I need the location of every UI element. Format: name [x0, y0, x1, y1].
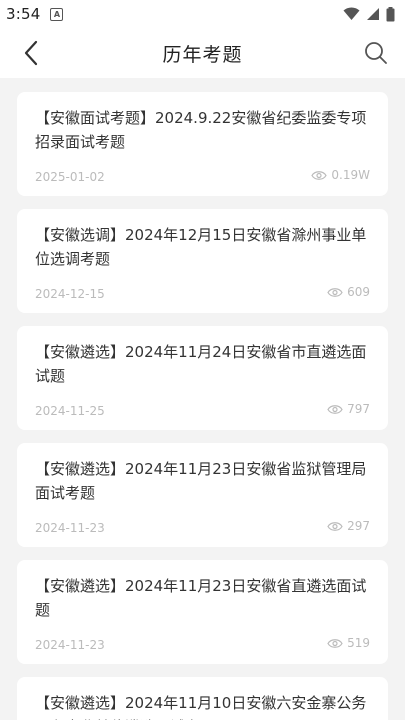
item-title: 【安徽遴选】2024年11月10日安徽六安金寨公务员和事业单位遴选面试考题: [35, 694, 367, 720]
wifi-icon: [343, 7, 360, 20]
signal-icon: [367, 8, 379, 20]
list-item[interactable]: 【安徽遴选】2024年11月10日安徽六安金寨公务员和事业单位遴选面试考题: [17, 677, 388, 720]
item-title: 【安徽选调】2024年12月15日安徽省滁州事业单位选调考题: [35, 226, 367, 268]
list-item[interactable]: 【安徽选调】2024年12月15日安徽省滁州事业单位选调考题 2024-12-1…: [17, 209, 388, 313]
status-icons: [343, 6, 395, 22]
item-views: 797: [327, 402, 370, 416]
view-count: 609: [347, 285, 370, 299]
eye-icon: [327, 521, 343, 531]
item-date: 2025-01-02: [35, 170, 105, 184]
eye-icon: [327, 287, 343, 297]
battery-icon: [386, 6, 395, 21]
item-date: 2024-11-25: [35, 404, 105, 418]
view-count: 0.19W: [331, 168, 370, 182]
page-title: 历年考题: [162, 43, 243, 66]
view-count: 297: [347, 519, 370, 533]
eye-icon: [311, 170, 328, 180]
item-title: 【安徽遴选】2024年11月23日安徽省直遴选面试题: [35, 577, 367, 619]
back-button[interactable]: [20, 40, 44, 66]
item-date: 2024-11-23: [35, 521, 105, 535]
search-icon: [365, 42, 387, 64]
eye-icon: [327, 404, 343, 414]
list-item[interactable]: 【安徽面试考题】2024.9.22安徽省纪委监委专项招录面试考题 2025-01…: [17, 92, 388, 196]
item-title: 【安徽遴选】2024年11月23日安徽省监狱管理局面试考题: [35, 460, 367, 502]
list-item[interactable]: 【安徽遴选】2024年11月23日安徽省直遴选面试题 2024-11-23 51…: [17, 560, 388, 664]
list-item[interactable]: 【安徽遴选】2024年11月23日安徽省监狱管理局面试考题 2024-11-23…: [17, 443, 388, 547]
status-time: 3:54: [6, 5, 41, 23]
eye-icon: [327, 638, 343, 648]
item-views: 297: [327, 519, 370, 533]
status-bar: 3:54 A: [0, 0, 405, 28]
chevron-left-icon: [24, 40, 38, 66]
item-date: 2024-11-23: [35, 638, 105, 652]
item-title: 【安徽遴选】2024年11月24日安徽省市直遴选面试题: [35, 343, 367, 385]
view-count: 797: [347, 402, 370, 416]
list-item[interactable]: 【安徽遴选】2024年11月24日安徽省市直遴选面试题 2024-11-25 7…: [17, 326, 388, 430]
item-views: 609: [327, 285, 370, 299]
notification-icon: A: [50, 7, 64, 21]
item-views: 0.19W: [311, 168, 370, 182]
search-button[interactable]: [363, 40, 389, 66]
view-count: 519: [347, 636, 370, 650]
item-views: 519: [327, 636, 370, 650]
item-date: 2024-12-15: [35, 287, 105, 301]
item-title: 【安徽面试考题】2024.9.22安徽省纪委监委专项招录面试考题: [35, 109, 367, 151]
app-header: 历年考题: [0, 28, 405, 78]
